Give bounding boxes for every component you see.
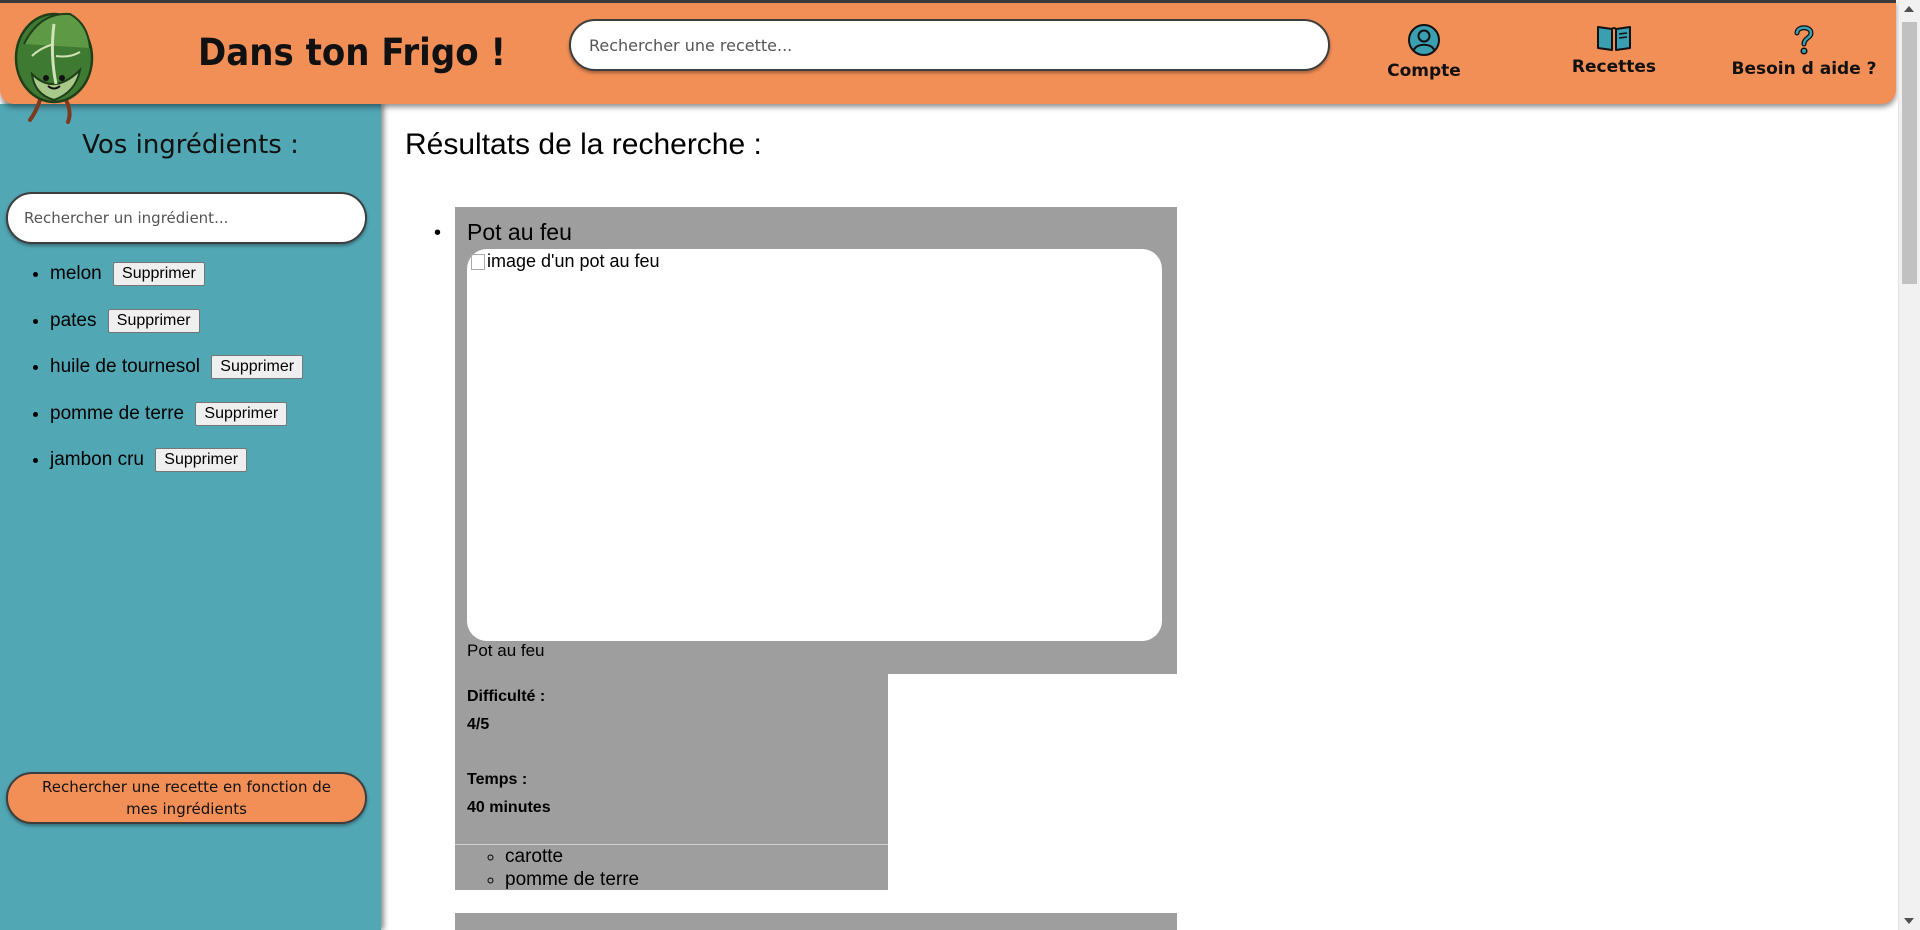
image-placeholder-icon	[471, 253, 485, 270]
recipe-ingredients: carotte pomme de terre	[455, 844, 888, 890]
recipe-image[interactable]: image d'un pot au feu	[467, 249, 1162, 641]
nav-account-label: Compte	[1387, 61, 1461, 81]
scroll-down-icon[interactable]	[1904, 918, 1914, 924]
delete-ingredient-button[interactable]: Supprimer	[155, 448, 248, 472]
nav-help-label: Besoin d aide ?	[1731, 59, 1877, 79]
recipe-info: Difficulté : 4/5 Temps : 40 minutes	[455, 674, 888, 844]
ingredient-search-input[interactable]	[24, 209, 349, 227]
list-item: pomme de terre	[505, 868, 888, 891]
recipe-ingredient-list: carotte pomme de terre	[455, 845, 888, 891]
ingredient-name: pomme de terre	[50, 402, 185, 424]
search-by-ingredients-button[interactable]: Rechercher une recette en fonction de me…	[6, 772, 367, 824]
list-item: pates Supprimer	[50, 308, 303, 356]
delete-ingredient-button[interactable]: Supprimer	[211, 355, 304, 379]
book-icon	[1597, 26, 1631, 51]
time-value: 40 minutes	[467, 799, 551, 816]
recipe-caption: Pot au feu	[467, 641, 545, 660]
recipe-search-input[interactable]	[589, 35, 1310, 55]
time-label: Temps :	[467, 771, 528, 788]
cabbage-mascot-icon[interactable]	[10, 4, 102, 124]
nav-help[interactable]: Besoin d aide ?	[1724, 23, 1884, 79]
difficulty-value: 4/5	[467, 716, 490, 733]
delete-ingredient-button[interactable]: Supprimer	[195, 401, 288, 426]
ingredients-sidebar: Vos ingrédients : melon Supprimer pates …	[0, 104, 381, 930]
nav-account[interactable]: Compte	[1344, 23, 1504, 81]
recipe-card[interactable]: Pot au feu image d'un pot au feu Pot au …	[455, 207, 1177, 674]
ingredient-name: melon	[50, 263, 102, 284]
site-title[interactable]: Dans ton Frigo !	[198, 31, 506, 74]
recipe-card-next[interactable]	[455, 913, 1177, 930]
list-item: pomme de terre Supprimer	[50, 401, 303, 449]
list-item: huile de tournesol Supprimer	[50, 355, 304, 402]
list-item: carotte	[505, 845, 888, 868]
list-bullet: •	[434, 222, 442, 244]
ingredient-name: jambon cru	[50, 449, 144, 470]
difficulty-label: Difficulté :	[467, 688, 546, 705]
ingredient-name: pates	[50, 309, 97, 331]
image-alt-text: image d'un pot au feu	[487, 251, 660, 271]
site-header: Dans ton Frigo ! Compte Recettes Besoin …	[0, 0, 1896, 104]
scroll-up-icon[interactable]	[1904, 6, 1914, 12]
nav-recipes[interactable]: Recettes	[1534, 23, 1694, 77]
recipe-name[interactable]: Pot au feu	[467, 219, 572, 246]
recipe-search-box[interactable]	[569, 19, 1330, 71]
broken-image-icon: image d'un pot au feu	[471, 251, 660, 272]
page-scrollbar[interactable]	[1898, 0, 1920, 930]
ingredient-name: huile de tournesol	[50, 356, 200, 377]
list-item: melon Supprimer	[50, 262, 303, 309]
scroll-thumb[interactable]	[1902, 22, 1917, 284]
question-icon	[1794, 25, 1814, 55]
delete-ingredient-button[interactable]: Supprimer	[107, 308, 200, 333]
sidebar-title: Vos ingrédients :	[82, 130, 299, 160]
list-item: jambon cru Supprimer	[50, 448, 303, 495]
ingredient-search-box[interactable]	[6, 192, 367, 244]
results-title: Résultats de la recherche :	[405, 128, 762, 161]
nav-recipes-label: Recettes	[1571, 57, 1657, 77]
delete-ingredient-button[interactable]: Supprimer	[113, 262, 205, 286]
ingredient-list: melon Supprimer pates Supprimer huile de…	[50, 262, 304, 495]
account-icon	[1408, 24, 1440, 56]
